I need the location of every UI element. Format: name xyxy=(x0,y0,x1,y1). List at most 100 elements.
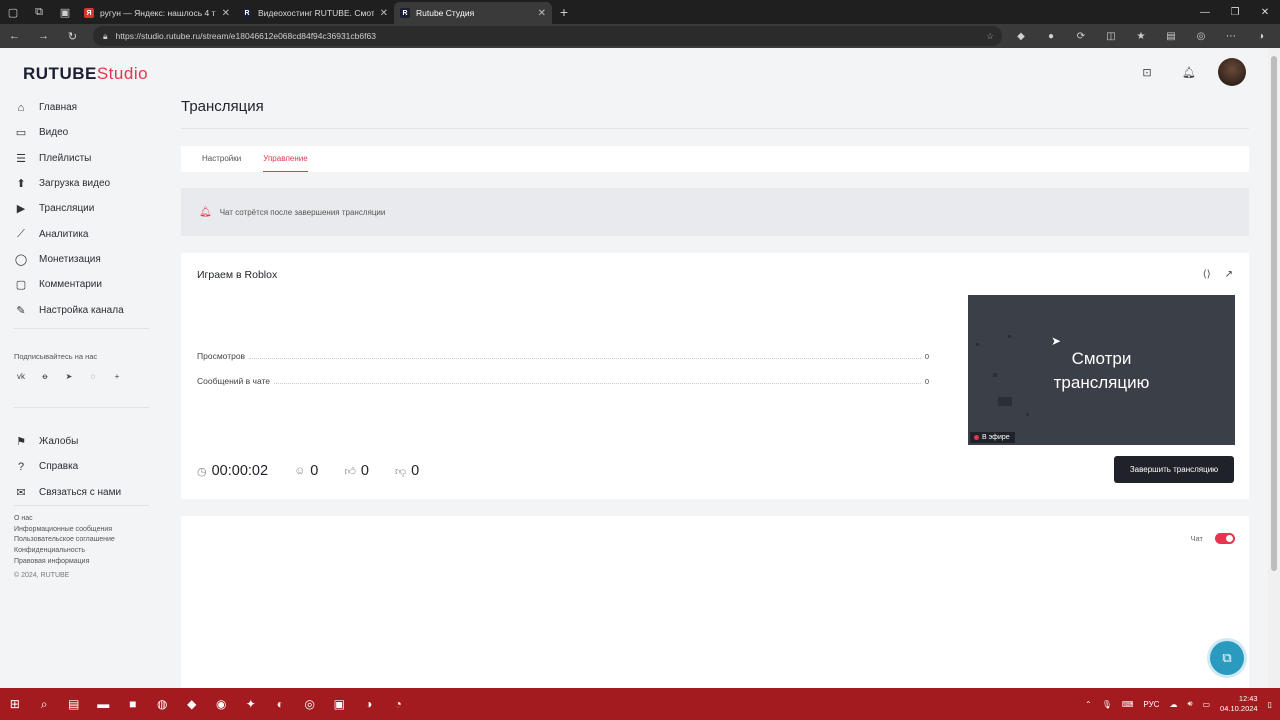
minimize-icon[interactable]: — xyxy=(1190,7,1220,18)
share-icon[interactable]: ⟨⟩ xyxy=(1203,269,1211,280)
ok-icon[interactable]: ꝋ xyxy=(38,372,52,381)
url-field[interactable]: 🔒︎ https://studio.rutube.ru/stream/e1804… xyxy=(93,26,1002,46)
sidebar-item-video[interactable]: ▭ Видео xyxy=(14,120,164,145)
split-screen-icon[interactable]: ◫ xyxy=(1098,31,1124,42)
workspaces-icon[interactable]: ⧉ xyxy=(26,0,52,24)
yandex-browser-icon[interactable]: ◔ xyxy=(384,688,414,720)
sidebar-item-help[interactable]: ? Справка xyxy=(14,454,164,479)
keyboard-icon[interactable]: ⌨ xyxy=(1122,700,1134,709)
stream-actions: ⟨⟩ ↗ xyxy=(1203,269,1233,280)
sidebar-item-home[interactable]: ⌂ Главная xyxy=(14,95,164,120)
task-view-icon[interactable]: ▤ xyxy=(59,688,89,720)
sidebar-item-streams[interactable]: ▶ Трансляции xyxy=(14,196,164,221)
extension-puzzle-icon[interactable]: ⟳ xyxy=(1068,31,1094,42)
vk-icon[interactable]: vk xyxy=(14,372,28,381)
browser-tab-yandex[interactable]: Я ругун — Яндекс: нашлось 4 тыс ✕ xyxy=(78,2,236,24)
instagram-icon[interactable]: ◎ xyxy=(295,688,325,720)
telegram-icon[interactable]: ➤ xyxy=(62,372,76,381)
maximize-icon[interactable]: ❐ xyxy=(1220,7,1250,18)
notifications-icon[interactable]: ▯ xyxy=(1268,700,1272,709)
cloud-icon[interactable]: ☁ xyxy=(1169,700,1177,709)
discord-alt-icon[interactable]: ◑ xyxy=(354,688,384,720)
sidebar-item-playlists[interactable]: ☰ Плейлисты xyxy=(14,146,164,171)
tray-chevron-icon[interactable]: ⌃ xyxy=(1085,700,1092,709)
sidebar-divider xyxy=(14,328,149,329)
notifications-bell-icon[interactable]: 🔔︎ xyxy=(1176,59,1202,85)
upload-icon: ⬆ xyxy=(16,178,26,191)
language-indicator[interactable]: РУС xyxy=(1143,700,1159,709)
close-tab-icon[interactable]: ✕ xyxy=(380,8,388,19)
lock-icon: 🔒︎ xyxy=(103,30,108,41)
sidebar-item-channel-settings[interactable]: ✎ Настройка канала xyxy=(14,297,164,322)
windows-start-icon[interactable]: ⊞ xyxy=(0,688,30,720)
support-chat-button[interactable]: ⧉ xyxy=(1210,641,1244,675)
browser-tab-rutube[interactable]: R Видеохостинг RUTUBE. Смотрите ✕ xyxy=(236,2,394,24)
favorites-icon[interactable]: ★ xyxy=(1128,31,1154,42)
footer-link-info[interactable]: Информационные сообщения xyxy=(14,525,115,536)
tab-actions-icon[interactable]: ▣ xyxy=(52,0,78,24)
sidebar-item-monetization[interactable]: ◯ Монетизация xyxy=(14,247,164,272)
footer-link-legal[interactable]: Правовая информация xyxy=(14,557,115,568)
collections-icon[interactable]: ▤ xyxy=(1158,31,1184,42)
close-tab-icon[interactable]: ✕ xyxy=(538,8,546,19)
more-icon[interactable]: ⋯ xyxy=(1218,31,1244,42)
extension-circle-icon[interactable]: ● xyxy=(1038,31,1064,42)
viewers-icon: ☺ xyxy=(294,465,306,477)
battery-icon[interactable]: ▭ xyxy=(1202,700,1210,709)
copilot-icon[interactable]: ◎ xyxy=(1188,31,1214,42)
close-window-icon[interactable]: ✕ xyxy=(1250,7,1280,18)
page-scrollbar[interactable] xyxy=(1268,48,1280,688)
volume-icon[interactable]: 🔊︎ xyxy=(1187,699,1192,709)
stream-card: Играем в Roblox ⟨⟩ ↗ Просмотров 0 Сообщен… xyxy=(181,253,1249,499)
end-stream-button[interactable]: Завершить трансляцию xyxy=(1114,456,1234,483)
extension-shield-icon[interactable]: ◆ xyxy=(1008,31,1034,42)
twitch-icon[interactable]: ▣ xyxy=(325,688,355,720)
game-icon[interactable]: ✦ xyxy=(236,688,266,720)
stream-tabs: Настройки Управление xyxy=(181,146,1249,172)
tab-management[interactable]: Управление xyxy=(263,146,308,172)
file-explorer-icon[interactable]: ▬ xyxy=(89,688,119,720)
profile-icon[interactable]: ▢ xyxy=(0,0,26,24)
microphone-icon[interactable]: 🎙︎ xyxy=(1102,700,1112,709)
app-layers-icon[interactable]: ◆ xyxy=(177,688,207,720)
playlist-icon: ☰ xyxy=(16,152,26,165)
edge-browser-icon[interactable]: ◍ xyxy=(148,688,178,720)
chat-toggle[interactable] xyxy=(1215,533,1235,544)
sidebar-item-complaints[interactable]: ⚑ Жалобы xyxy=(14,429,164,454)
search-icon[interactable]: ⌕ xyxy=(30,688,60,720)
clock[interactable]: 12:43 04.10.2024 xyxy=(1220,694,1258,714)
sidebar-item-upload[interactable]: ⬆ Загрузка видео xyxy=(14,171,164,196)
back-icon[interactable]: ← xyxy=(0,30,29,42)
discord-icon[interactable]: ◐ xyxy=(266,688,296,720)
sidebar-icon[interactable]: ◑ xyxy=(1248,31,1274,42)
rutube-studio-logo[interactable]: RUTUBEStudio xyxy=(23,64,148,84)
sidebar-item-contact[interactable]: ✉ Связаться с нами xyxy=(14,480,164,505)
close-tab-icon[interactable]: ✕ xyxy=(222,8,230,19)
reload-icon[interactable]: ↻ xyxy=(58,30,87,43)
plus-icon[interactable]: + xyxy=(110,372,124,381)
add-content-icon[interactable]: ⊡ xyxy=(1134,59,1160,85)
footer-link-privacy[interactable]: Конфиденциальность xyxy=(14,546,115,557)
minecraft-icon[interactable]: ■ xyxy=(118,688,148,720)
preview-caption: Смотри трансляцию xyxy=(1053,349,1150,392)
browser-tab-studio[interactable]: R Rutube Студия ✕ xyxy=(394,2,552,24)
obs-icon[interactable]: ◉ xyxy=(207,688,237,720)
bookmark-star-icon[interactable]: ☆ xyxy=(986,31,994,42)
windows-taskbar: ⊞ ⌕ ▤ ▬ ■ ◍ ◆ ◉ ✦ ◐ ◎ ▣ ◑ ◔ ⌃ 🎙︎ ⌨ РУС ☁… xyxy=(0,688,1280,720)
footer-link-agreement[interactable]: Пользовательское соглашение xyxy=(14,535,115,546)
viber-icon[interactable]: ◌ xyxy=(86,372,100,381)
tab-settings[interactable]: Настройки xyxy=(202,146,241,172)
forward-icon[interactable]: → xyxy=(29,30,58,42)
avatar[interactable] xyxy=(1218,58,1246,86)
new-tab-button[interactable]: + xyxy=(552,4,576,20)
open-external-icon[interactable]: ↗ xyxy=(1225,269,1233,280)
scrollbar-thumb[interactable] xyxy=(1271,56,1277,571)
footer-link-about[interactable]: О нас xyxy=(14,514,115,525)
sidebar-item-comments[interactable]: ▢ Комментарии xyxy=(14,272,164,297)
sidebar-divider xyxy=(14,505,149,506)
duration-counter: ◷ 00:00:02 xyxy=(197,463,269,479)
stream-preview[interactable]: Смотри трансляцию В эфире xyxy=(968,295,1235,445)
clock-icon: ◷ xyxy=(197,465,207,478)
sidebar-item-analytics[interactable]: ⟋ Аналитика xyxy=(14,221,164,246)
alert-bell-icon: 🔔︎ xyxy=(199,206,212,218)
